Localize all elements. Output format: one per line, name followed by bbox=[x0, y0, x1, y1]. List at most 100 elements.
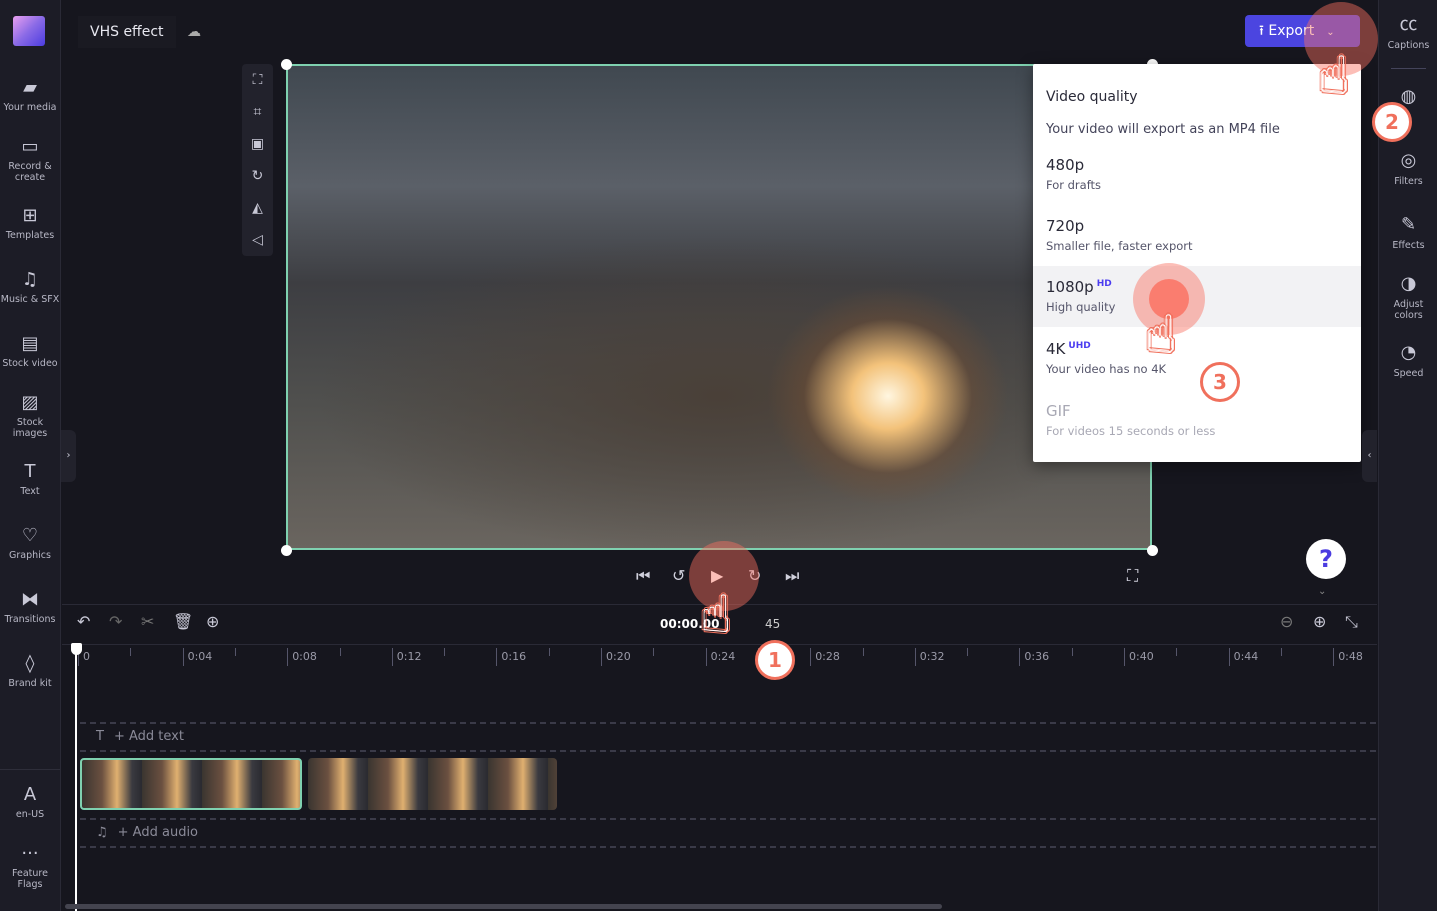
step-badge: 3 bbox=[1200, 362, 1240, 402]
quality-option-gif: GIF For videos 15 seconds or less bbox=[1046, 402, 1216, 438]
sidebar-divider bbox=[0, 769, 60, 770]
text-icon: T bbox=[24, 461, 36, 482]
pointer-hand-icon: ☝ bbox=[1145, 305, 1177, 365]
filters-icon: ◎ bbox=[1400, 150, 1417, 171]
ruler-minor-tick bbox=[339, 648, 341, 656]
playhead-handle[interactable] bbox=[71, 643, 82, 655]
adjust-colors-icon: ◑ bbox=[1400, 273, 1417, 294]
image-icon: ▨ bbox=[21, 392, 39, 413]
speedometer-icon: ◔ bbox=[1400, 342, 1417, 363]
ruler-tick: 0:44 bbox=[1228, 648, 1258, 666]
fit-timeline-icon[interactable]: ⤡ bbox=[1345, 612, 1358, 632]
ruler-tick: 0:40 bbox=[1124, 648, 1154, 666]
quality-option-4k[interactable]: 4K UHD Your video has no 4K bbox=[1033, 328, 1361, 389]
ruler-minor-tick bbox=[653, 648, 655, 656]
magic-wand-icon: ✎ bbox=[1400, 214, 1417, 235]
add-text-button[interactable]: + Add text bbox=[114, 729, 184, 744]
resize-handle[interactable] bbox=[1147, 545, 1158, 556]
rightbar-item-captions[interactable]: ㏄ Captions bbox=[1379, 14, 1437, 51]
sidebar-item-text[interactable]: T Text bbox=[0, 461, 60, 498]
folder-icon: ▰ bbox=[23, 77, 37, 98]
audio-track[interactable]: ♫ + Add audio bbox=[80, 818, 1376, 848]
undo-icon[interactable]: ↶ bbox=[77, 612, 90, 631]
ruler-minor-tick bbox=[1280, 648, 1282, 656]
ruler-tick: 0:28 bbox=[810, 648, 840, 666]
pip-icon[interactable]: ▣ bbox=[242, 128, 273, 160]
quality-option-480p[interactable]: 480p For drafts bbox=[1033, 144, 1361, 205]
hd-badge: HD bbox=[1096, 279, 1112, 289]
ruler-tick: 0:12 bbox=[391, 648, 422, 666]
pointer-hand-icon: ☝ bbox=[700, 585, 732, 645]
step-badge: 2 bbox=[1372, 102, 1412, 142]
fit-icon[interactable]: ⛶ bbox=[242, 64, 273, 96]
text-icon: T bbox=[96, 729, 104, 744]
zoom-in-icon[interactable]: ⊕ bbox=[1313, 612, 1326, 631]
quality-option-720p[interactable]: 720p Smaller file, faster export bbox=[1033, 205, 1361, 266]
app-logo bbox=[13, 16, 45, 46]
rightbar-item-adjust-colors[interactable]: ◑ Adjust colors bbox=[1379, 273, 1437, 321]
ruler-minor-tick bbox=[130, 648, 132, 656]
rewind-5-icon[interactable]: ↺ bbox=[672, 566, 685, 585]
menu-title: Video quality bbox=[1046, 89, 1138, 105]
cc-icon: ㏄ bbox=[1399, 14, 1418, 35]
sidebar-item-feature-flags[interactable]: ··· Feature Flags bbox=[0, 844, 60, 891]
zoom-out-icon[interactable]: ⊖ bbox=[1280, 612, 1293, 631]
ruler-minor-tick bbox=[1176, 648, 1178, 656]
playhead[interactable] bbox=[75, 645, 77, 911]
ruler-tick: 0:08 bbox=[287, 648, 317, 666]
ruler-minor-tick bbox=[234, 648, 236, 656]
ruler-tick: 0:32 bbox=[914, 648, 945, 666]
trash-icon[interactable]: 🗑 bbox=[173, 612, 193, 631]
text-track[interactable]: T + Add text bbox=[80, 722, 1376, 752]
rightbar-item-speed[interactable]: ◔ Speed bbox=[1379, 342, 1437, 379]
resize-handle[interactable] bbox=[281, 59, 292, 70]
time-total: 45 bbox=[765, 617, 781, 631]
sidebar-item-music[interactable]: ♫ Music & SFX bbox=[0, 269, 60, 306]
project-title[interactable]: VHS effect bbox=[78, 16, 176, 48]
video-quality-menu: Video quality Your video will export as … bbox=[1033, 64, 1361, 462]
music-icon: ♫ bbox=[21, 269, 39, 290]
ruler-minor-tick bbox=[862, 648, 864, 656]
uhd-badge: UHD bbox=[1068, 341, 1091, 351]
ruler-tick: 0:36 bbox=[1019, 648, 1049, 666]
sidebar-item-brand-kit[interactable]: ◊ Brand kit bbox=[0, 654, 60, 690]
video-clip-selected[interactable] bbox=[80, 758, 302, 810]
sidebar-item-transitions[interactable]: ⧓ Transitions bbox=[0, 590, 60, 626]
rotate-icon[interactable]: ↻ bbox=[242, 160, 273, 192]
resize-handle[interactable] bbox=[281, 545, 292, 556]
volume-icon[interactable]: ◁ bbox=[242, 224, 273, 256]
sidebar-item-graphics[interactable]: ♡ Graphics bbox=[0, 526, 60, 562]
sidebar-item-language[interactable]: Aen-US bbox=[0, 785, 60, 821]
sidebar-item-your-media[interactable]: ▰ Your media bbox=[0, 77, 60, 114]
redo-icon[interactable]: ↷ bbox=[109, 612, 122, 631]
fullscreen-icon[interactable]: ⛶ bbox=[1127, 566, 1138, 586]
camera-icon: ▭ bbox=[21, 136, 39, 157]
crop-icon[interactable]: ⌗ bbox=[242, 96, 273, 128]
ruler-tick: 0:48 bbox=[1333, 648, 1363, 666]
ruler-minor-tick bbox=[444, 648, 446, 656]
scissors-icon[interactable]: ✂ bbox=[141, 612, 154, 631]
cloud-off-icon: ☁ bbox=[187, 24, 201, 40]
video-clip[interactable] bbox=[308, 758, 557, 810]
flip-icon[interactable]: ◭ bbox=[242, 192, 273, 224]
chevron-down-icon[interactable]: ⌄ bbox=[1318, 586, 1326, 597]
expand-sidebar-button[interactable]: › bbox=[61, 430, 76, 482]
add-audio-button[interactable]: + Add audio bbox=[118, 825, 198, 840]
upload-icon: ⭱ bbox=[1259, 23, 1269, 39]
collapse-rightbar-button[interactable]: ‹ bbox=[1362, 430, 1377, 482]
video-preview[interactable] bbox=[286, 64, 1152, 550]
rightbar-item-filters[interactable]: ◎ Filters bbox=[1379, 150, 1437, 187]
ruler-minor-tick bbox=[1071, 648, 1073, 656]
video-toolbar: ⛶ ⌗ ▣ ↻ ◭ ◁ bbox=[242, 64, 273, 256]
skip-back-icon[interactable]: ⏮ bbox=[636, 566, 650, 586]
add-clip-icon[interactable]: ⊕ bbox=[206, 612, 219, 631]
sidebar-item-templates[interactable]: ⊞ Templates bbox=[0, 206, 60, 242]
sidebar-item-record[interactable]: ▭ Record & create bbox=[0, 136, 60, 184]
timeline-scrollbar[interactable] bbox=[65, 904, 942, 909]
rightbar-divider bbox=[1391, 68, 1426, 69]
skip-forward-icon[interactable]: ⏭ bbox=[785, 566, 799, 586]
sidebar-item-stock-video[interactable]: ▤ Stock video bbox=[0, 334, 60, 370]
help-button[interactable]: ? bbox=[1306, 539, 1346, 579]
sidebar-item-stock-images[interactable]: ▨ Stock images bbox=[0, 392, 60, 440]
rightbar-item-effects[interactable]: ✎ Effects bbox=[1379, 214, 1437, 251]
